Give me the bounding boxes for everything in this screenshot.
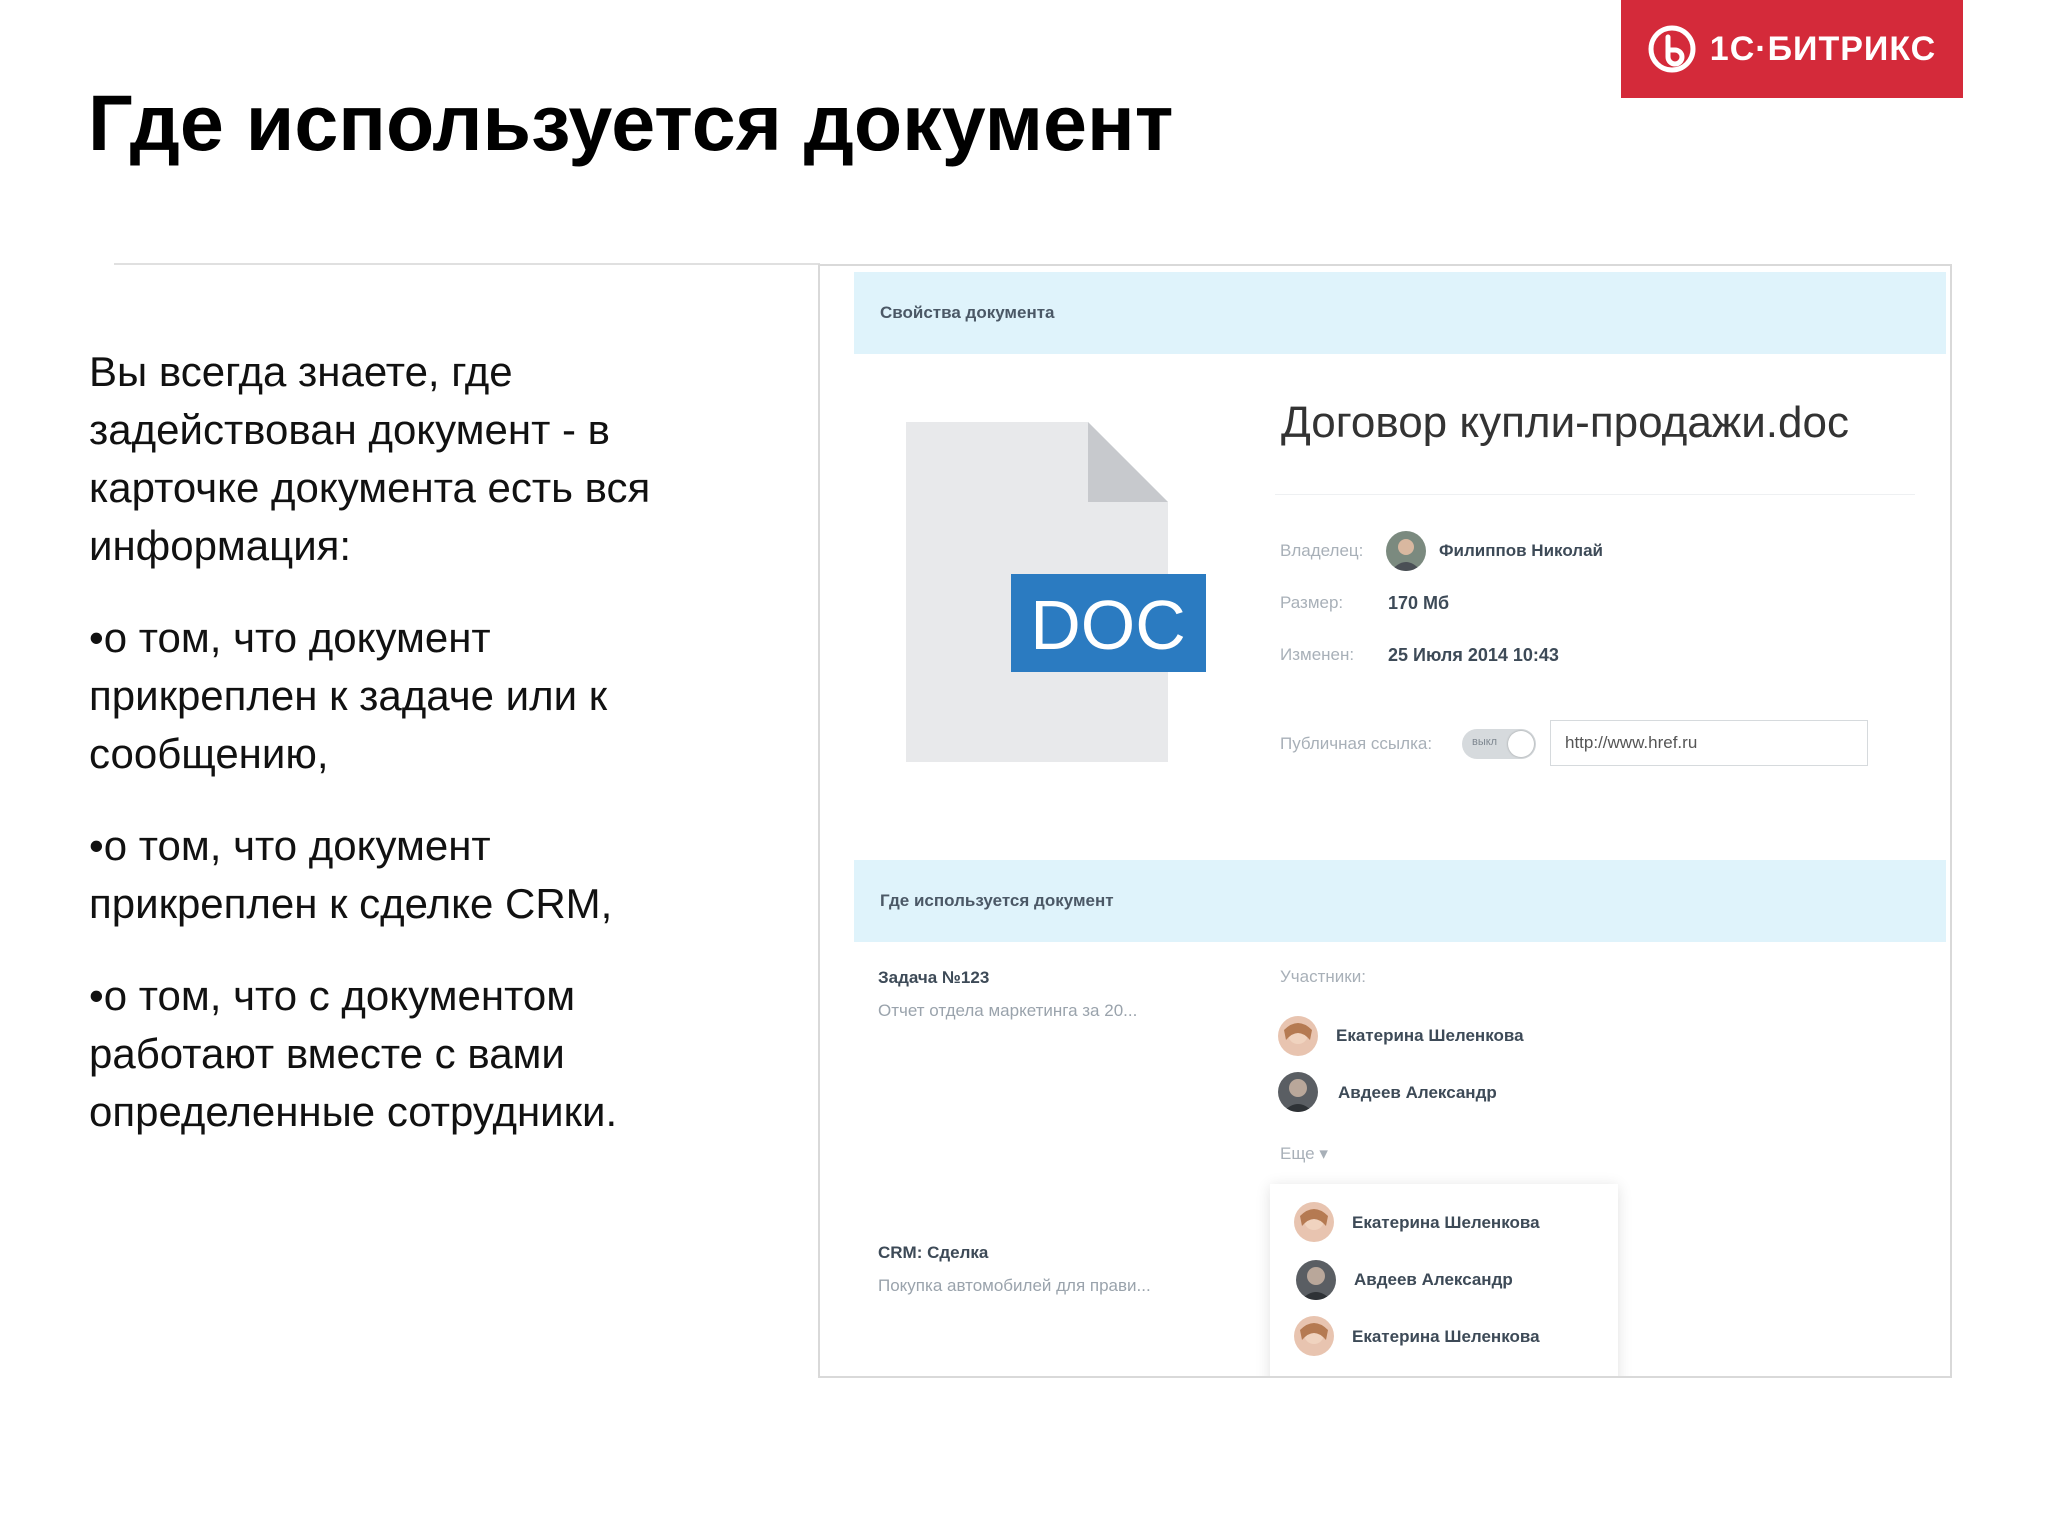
bullet-task: •о том, что документ прикреплен к задаче… — [89, 614, 608, 777]
more-label: Еще — [1280, 1144, 1315, 1163]
document-card-screenshot: Свойства документа DOC Договор купли-про… — [818, 264, 1952, 1378]
bullet-crm: •о том, что документ прикреплен к сделке… — [89, 822, 613, 927]
more-participants-link[interactable]: Еще ▾ — [1280, 1144, 1328, 1164]
participants-label: Участники: — [1280, 967, 1366, 986]
task-title[interactable]: Задача №123 — [878, 968, 989, 988]
avatar-photo-icon — [1294, 1202, 1334, 1242]
logo-text: 1С·БИТРИКС — [1709, 29, 1937, 68]
public-link-toggle[interactable]: выкл — [1462, 729, 1536, 759]
toggle-knob — [1508, 731, 1534, 757]
name-divider — [1275, 494, 1915, 495]
document-name: Договор купли-продажи.doc — [1281, 398, 1849, 447]
avatar-photo-icon — [1294, 1316, 1334, 1356]
dropdown-person-name[interactable]: Екатерина Шеленкова — [1352, 1327, 1540, 1347]
public-link-label: Публичная ссылка: — [1280, 734, 1433, 753]
slide-title: Где используется документ — [88, 78, 1174, 167]
doc-file-icon: DOC — [906, 422, 1206, 762]
bullet-colleagues: •о том, что с документом работают вместе… — [89, 972, 618, 1135]
dropdown-person-name[interactable]: Екатерина Шеленкова — [1352, 1213, 1540, 1233]
avatar-photo-icon — [1278, 1072, 1318, 1112]
bitrix-logo-icon — [1648, 25, 1696, 73]
crm-title[interactable]: CRM: Сделка — [878, 1243, 988, 1263]
participant-avatar[interactable] — [1278, 1016, 1318, 1056]
crm-subtitle: Покупка автомобилей для прави... — [878, 1276, 1151, 1295]
owner-name[interactable]: Филиппов Николай — [1439, 541, 1603, 561]
chevron-down-icon: ▾ — [1319, 1144, 1328, 1163]
avatar-photo-icon — [1386, 531, 1426, 571]
participant-name[interactable]: Авдеев Александр — [1338, 1083, 1497, 1103]
participant-name[interactable]: Екатерина Шеленкова — [1336, 1026, 1524, 1046]
more-participants-dropdown: Екатерина Шеленкова Авдеев Александр Ека… — [1270, 1184, 1618, 1376]
avatar-photo-icon — [1296, 1260, 1336, 1300]
owner-label: Владелец: — [1280, 541, 1364, 560]
owner-avatar[interactable] — [1386, 531, 1426, 571]
intro-paragraph: Вы всегда знаете, где задействован докум… — [89, 348, 651, 569]
doc-badge-text: DOC — [1030, 586, 1186, 664]
usage-header: Где используется документ — [854, 860, 1946, 942]
properties-header: Свойства документа — [854, 272, 1946, 354]
slide-body: Вы всегда знаете, где задействован докум… — [89, 343, 709, 1175]
toggle-state-label: выкл — [1472, 736, 1498, 748]
avatar-photo-icon — [1278, 1016, 1318, 1056]
dropdown-avatar[interactable] — [1294, 1316, 1334, 1356]
task-subtitle: Отчет отдела маркетинга за 20... — [878, 1001, 1138, 1020]
bitrix-logo: 1С·БИТРИКС — [1621, 0, 1963, 98]
title-divider — [114, 263, 820, 265]
dropdown-avatar[interactable] — [1294, 1202, 1334, 1242]
participant-avatar[interactable] — [1278, 1072, 1318, 1112]
public-url-input[interactable] — [1550, 720, 1868, 766]
dropdown-avatar[interactable] — [1296, 1260, 1336, 1300]
modified-value: 25 Июля 2014 10:43 — [1388, 645, 1559, 665]
size-value: 170 Мб — [1388, 593, 1450, 613]
dropdown-person-name[interactable]: Авдеев Александр — [1354, 1270, 1513, 1290]
size-label: Размер: — [1280, 593, 1344, 612]
modified-label: Изменен: — [1280, 645, 1355, 664]
